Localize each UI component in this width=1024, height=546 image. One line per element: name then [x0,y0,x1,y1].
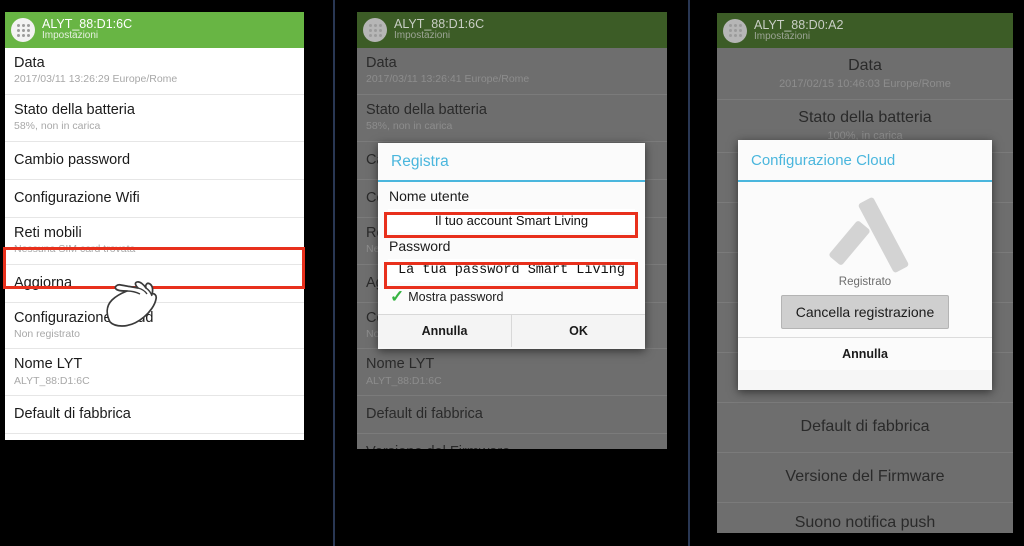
list-item-title: Reti mobili [14,224,82,241]
cancel-button[interactable]: Annulla [378,315,511,347]
dialog-buttons: Annulla OK [378,314,645,347]
phone-panel-1: ALYT_88:D1:6C Impostazioni Data 2017/03/1… [5,12,304,440]
show-password-label: Mostra password [408,289,504,304]
list-item-title: Versione del Firmware [785,467,945,485]
app-grid-icon [11,18,35,42]
list-item-title: Data [366,55,397,71]
list-item-title: Configurazione Wifi [14,189,140,206]
app-bar-1: ALYT_88:D1:6C Impostazioni [5,12,304,48]
list-item-title: Stato della batteria [798,109,932,127]
list-item-sub: 2017/03/11 13:26:41 Europe/Rome [366,73,530,86]
app-grid-icon [363,18,387,42]
app-bar-title: ALYT_88:D0:A2 [754,17,844,32]
panel-divider-1 [333,0,335,546]
list-item[interactable]: Data 2017/02/15 10:46:03 Europe/Rome [717,48,1013,101]
list-item[interactable]: Nome LYT ALYT_88:D1:6C [5,349,304,397]
password-input[interactable]: La tua password Smart Living [388,259,635,282]
status-text: Registrato [838,276,892,288]
list-item[interactable]: Nome LYT ALYT_88:D1:6C [357,349,667,397]
list-item-title: Stato della batteria [366,101,487,118]
list-item-sub: Nessuna SIM card trovata [14,242,136,255]
list-item[interactable]: Versione del Firmware [717,453,1013,503]
list-item-title: Suono notifica push [794,513,936,531]
dialog-body: Registrato Cancella registrazione [738,182,992,337]
list-item[interactable]: Stato della batteria 58%, non in carica [5,95,304,142]
checkmark-icon [819,204,911,270]
list-item-sub: Non registrato [14,327,80,340]
list-item-title: Nome LYT [14,356,83,373]
registra-dialog: Registra Nome utente Il tuo account Smar… [378,143,645,349]
list-item-title: Default di fabbrica [14,406,131,423]
list-item[interactable]: Default di fabbrica [5,396,304,435]
panel-divider-2 [688,0,690,546]
list-item-title: Cambio password [14,151,131,168]
settings-list-1: Data 2017/03/11 13:26:29 Europe/Rome Stat… [5,48,304,440]
app-bar-2: ALYT_88:D1:6C Impostazioni [357,12,667,48]
list-item-title: Stato della batteria [14,101,135,118]
app-bar-3: ALYT_88:D0:A2 Impostazioni [717,13,1013,48]
list-item-title: Nome LYT [366,356,435,373]
list-item[interactable]: Suono notifica pushmobile_default [717,503,1013,533]
cancel-button[interactable]: Annulla [738,337,992,370]
list-item-title: Versione del Firmware [366,443,658,449]
username-input[interactable]: Il tuo account Smart Living [388,209,635,232]
list-item[interactable]: Data 2017/03/11 13:26:29 Europe/Rome [5,48,304,95]
list-item[interactable]: Cambio password [5,142,304,180]
checkmark-icon: ✓ [390,287,405,306]
list-item-title: Aggiorna [14,274,73,291]
dialog-title: Configurazione Cloud [738,140,992,182]
list-item[interactable]: Aggiorna [5,265,304,303]
username-label: Nome utente [389,188,470,204]
list-item-sub: ALYT_88:D1:6C [366,374,442,387]
list-item-sub: 2017/02/15 10:46:03 Europe/Rome [779,78,951,90]
show-password-checkbox[interactable]: ✓ Mostra password [386,285,637,310]
list-item[interactable]: Default di fabbrica [717,403,1013,453]
list-item-sub: 58%, non in carica [14,119,101,132]
dialog-body: Nome utente Il tuo account Smart Living … [378,182,645,314]
list-item-title: Default di fabbrica [800,417,930,435]
screenshot-stage: ALYT_88:D1:6C Impostazioni Data 2017/03/1… [0,0,1024,546]
ok-button[interactable]: OK [511,315,645,347]
list-item-title: Configurazione Cloud [14,309,154,326]
list-item-title: Default di fabbrica [366,406,483,423]
list-item-sub: 58%, non in carica [366,119,453,132]
list-item[interactable]: Configurazione Wifi [5,180,304,218]
configurazione-cloud-dialog: Configurazione Cloud Registrato Cancella… [738,140,992,390]
list-item-title: Data [14,55,45,71]
dialog-title: Registra [378,143,645,182]
list-item[interactable]: Stato della batteria 58%, non in carica [357,95,667,142]
password-label: Password [389,238,451,254]
app-grid-icon [723,18,747,43]
app-bar-subtitle: Impostazioni [754,30,811,42]
list-item[interactable]: Versione del Firmware [5,434,304,440]
cancella-registrazione-button[interactable]: Cancella registrazione [780,295,950,329]
list-item[interactable]: Data 2017/03/11 13:26:41 Europe/Rome [357,48,667,95]
list-item[interactable]: Reti mobiliNessuna SIM card trovata [5,218,304,265]
list-item[interactable]: Default di fabbrica [357,396,667,435]
list-item[interactable]: Versione del Firmware [357,434,667,449]
list-item-configurazione-cloud[interactable]: Configurazione CloudNon registrato [5,303,304,350]
list-item-title: Data [848,57,882,74]
list-item-sub: 2017/03/11 13:26:29 Europe/Rome [14,73,178,86]
app-bar-subtitle: Impostazioni [42,30,99,42]
app-bar-subtitle: Impostazioni [394,30,451,42]
list-item-sub: ALYT_88:D1:6C [14,374,90,387]
